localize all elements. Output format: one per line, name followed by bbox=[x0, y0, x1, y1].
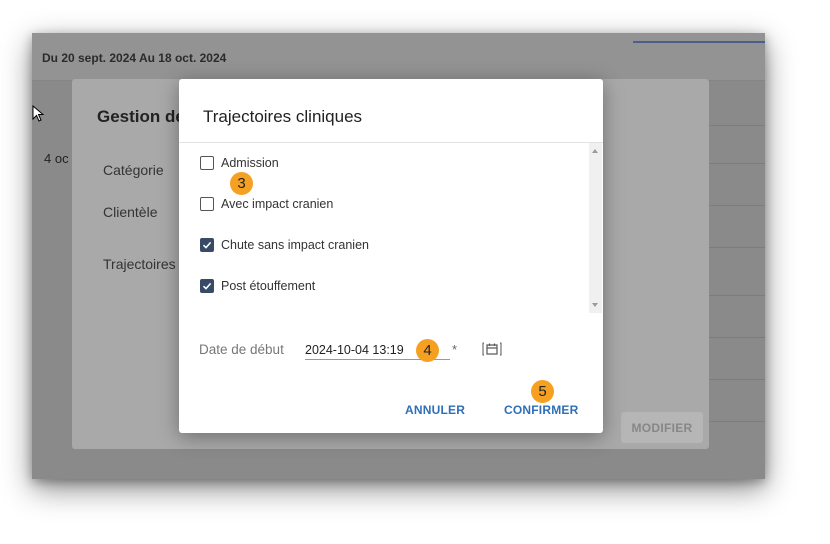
clinical-trajectories-dialog: Trajectoires cliniques Admission Avec im… bbox=[179, 79, 603, 433]
page-header: Du 20 sept. 2024 Au 18 oct. 2024 bbox=[32, 33, 765, 81]
required-marker: * bbox=[452, 342, 458, 357]
confirm-button[interactable]: CONFIRMER bbox=[500, 401, 582, 419]
start-date-label: Date de début bbox=[199, 342, 284, 357]
callout-badge-4: 4 bbox=[416, 339, 439, 362]
option-label: Post étouffement bbox=[221, 279, 316, 293]
callout-badge-3: 3 bbox=[230, 172, 253, 195]
check-icon bbox=[202, 282, 212, 290]
checkbox-post-etouffement[interactable] bbox=[200, 279, 214, 293]
modify-button[interactable]: MODIFIER bbox=[621, 412, 703, 443]
option-label: Chute sans impact cranien bbox=[221, 238, 369, 252]
list-scrollbar[interactable] bbox=[589, 143, 602, 313]
checkbox-avec-impact-cranien[interactable] bbox=[200, 197, 214, 211]
checkbox-admission[interactable] bbox=[200, 156, 214, 170]
option-label: Admission bbox=[221, 156, 279, 170]
cancel-button[interactable]: ANNULER bbox=[401, 401, 469, 419]
field-clientele-label: Clientèle bbox=[103, 204, 158, 220]
calendar-icon[interactable] bbox=[482, 342, 502, 356]
underlying-dialog-title: Gestion de bbox=[97, 107, 185, 126]
dialog-title: Trajectoires cliniques bbox=[203, 107, 363, 126]
tab-indicator bbox=[633, 41, 765, 43]
check-icon bbox=[202, 241, 212, 249]
cursor-icon bbox=[32, 105, 44, 122]
option-label: Avec impact cranien bbox=[221, 197, 334, 211]
background-date: 4 oc bbox=[44, 151, 69, 166]
option-chute-sans-impact-cranien[interactable]: Chute sans impact cranien bbox=[200, 236, 369, 254]
option-avec-impact-cranien[interactable]: Avec impact cranien bbox=[200, 195, 333, 213]
callout-badge-5: 5 bbox=[531, 380, 554, 403]
checkbox-chute-sans-impact-cranien[interactable] bbox=[200, 238, 214, 252]
option-post-etouffement[interactable]: Post étouffement bbox=[200, 277, 315, 295]
option-admission[interactable]: Admission bbox=[200, 154, 279, 172]
field-category-label: Catégorie bbox=[103, 162, 164, 178]
field-trajectories-label: Trajectoires bbox=[103, 256, 176, 272]
scroll-up-icon[interactable] bbox=[592, 149, 598, 153]
scroll-down-icon[interactable] bbox=[592, 303, 598, 307]
date-range: Du 20 sept. 2024 Au 18 oct. 2024 bbox=[42, 51, 227, 65]
